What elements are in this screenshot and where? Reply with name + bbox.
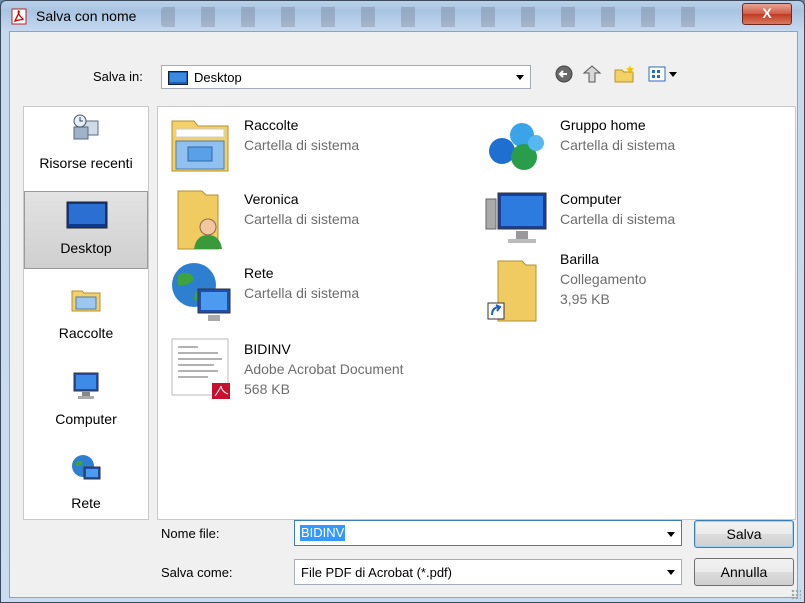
filetype-value: File PDF di Acrobat (*.pdf) xyxy=(301,565,452,580)
user-folder-icon xyxy=(177,190,222,250)
place-label: Rete xyxy=(71,495,101,511)
list-item[interactable]: Veronica Cartella di sistema xyxy=(162,187,462,253)
place-label: Risorse recenti xyxy=(39,155,133,171)
item-name: Computer xyxy=(560,191,622,207)
item-size: 568 KB xyxy=(244,381,290,397)
resize-grip[interactable] xyxy=(791,589,801,599)
cancel-button[interactable]: Annulla xyxy=(694,558,794,586)
filetype-label: Salva come: xyxy=(161,565,233,580)
filename-label: Nome file: xyxy=(161,526,220,541)
background-app-ghost xyxy=(161,7,721,27)
save-in-value: Desktop xyxy=(194,70,242,85)
places-bar: Risorse recenti Desktop Raccolte Compute… xyxy=(23,106,149,520)
pdf-document-icon xyxy=(171,338,230,399)
item-type: Collegamento xyxy=(560,271,647,287)
window-title: Salva con nome xyxy=(36,8,137,24)
filetype-select[interactable]: File PDF di Acrobat (*.pdf) xyxy=(294,559,682,585)
place-recent[interactable]: Risorse recenti xyxy=(24,107,148,185)
item-name: Gruppo home xyxy=(560,117,646,133)
item-name: Rete xyxy=(244,265,274,281)
item-name: Veronica xyxy=(244,191,299,207)
computer-icon xyxy=(73,372,99,399)
item-type: Cartella di sistema xyxy=(560,137,676,153)
libraries-icon xyxy=(171,120,229,172)
place-desktop[interactable]: Desktop xyxy=(24,191,148,269)
list-item[interactable]: Gruppo home Cartella di sistema xyxy=(478,113,778,179)
place-label: Desktop xyxy=(60,240,112,256)
homegroup-icon xyxy=(489,123,544,170)
place-computer[interactable]: Computer xyxy=(24,363,148,441)
libraries-icon xyxy=(71,290,101,312)
network-icon xyxy=(172,263,231,321)
item-name: Barilla xyxy=(560,251,599,267)
place-label: Computer xyxy=(55,411,117,427)
desktop-icon xyxy=(168,71,188,85)
list-item[interactable]: Rete Cartella di sistema xyxy=(162,261,462,327)
chevron-down-icon[interactable] xyxy=(667,532,675,537)
list-item[interactable]: BIDINV Adobe Acrobat Document 568 KB xyxy=(162,337,462,417)
save-in-label: Salva in: xyxy=(93,69,143,84)
view-menu-icon[interactable] xyxy=(647,63,681,85)
file-list: Raccolte Cartella di sistema Gruppo home… xyxy=(157,106,796,520)
acrobat-icon xyxy=(11,8,27,25)
item-type: Adobe Acrobat Document xyxy=(244,361,404,377)
close-button[interactable]: X xyxy=(742,3,792,25)
up-folder-icon[interactable] xyxy=(581,63,603,85)
recent-places-icon xyxy=(73,114,99,140)
item-name: BIDINV xyxy=(244,341,291,357)
network-icon xyxy=(72,455,101,480)
item-type: Cartella di sistema xyxy=(244,285,360,301)
save-button[interactable]: Salva xyxy=(694,520,794,548)
item-size: 3,95 KB xyxy=(560,291,610,307)
filename-value: BIDINV xyxy=(300,525,346,541)
list-item[interactable]: Computer Cartella di sistema xyxy=(478,187,778,253)
save-in-combo[interactable]: Desktop xyxy=(161,65,531,89)
place-network[interactable]: Rete xyxy=(24,447,148,525)
back-arrow-icon[interactable] xyxy=(554,63,574,85)
folder-shortcut-icon xyxy=(487,260,537,322)
save-as-dialog: Salva con nome X Salva in: Desktop Risor… xyxy=(0,0,805,603)
title-bar[interactable]: Salva con nome X xyxy=(1,1,804,31)
list-item[interactable]: Barilla Collegamento 3,95 KB xyxy=(478,247,778,327)
item-type: Cartella di sistema xyxy=(244,211,360,227)
chevron-down-icon xyxy=(667,570,675,575)
item-type: Cartella di sistema xyxy=(244,137,360,153)
filename-input[interactable]: BIDINV xyxy=(294,520,682,546)
new-folder-icon[interactable] xyxy=(613,63,637,85)
desktop-icon xyxy=(66,201,108,229)
computer-icon xyxy=(485,192,547,243)
place-label: Raccolte xyxy=(58,325,114,341)
place-libraries[interactable]: Raccolte xyxy=(24,277,148,355)
item-type: Cartella di sistema xyxy=(560,211,676,227)
list-item[interactable]: Raccolte Cartella di sistema xyxy=(162,113,462,179)
item-name: Raccolte xyxy=(244,117,299,133)
chevron-down-icon xyxy=(516,75,524,80)
